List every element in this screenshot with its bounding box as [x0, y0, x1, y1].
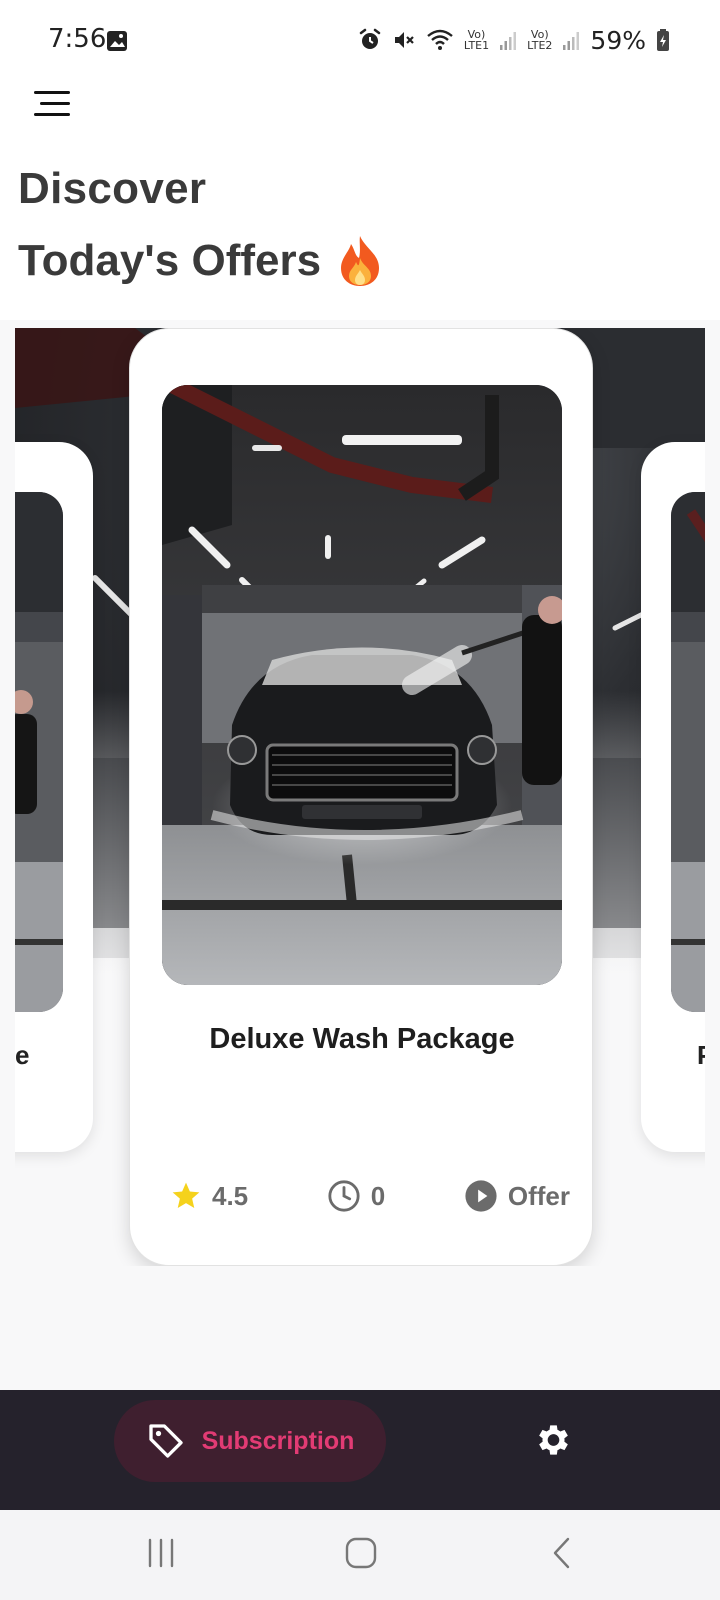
car-wash-illustration: [162, 385, 562, 985]
status-bar: 7:56 Vo) LTE1 Vo) LTE2 59%: [0, 0, 720, 80]
offer-card-next[interactable]: P: [641, 442, 705, 1152]
menu-button[interactable]: [30, 86, 80, 122]
star-icon: [172, 1182, 200, 1208]
home-icon[interactable]: [344, 1536, 378, 1570]
alarm-icon: [359, 28, 381, 49]
bottom-navigation: Subscription: [0, 1390, 720, 1510]
tag-icon: [148, 1424, 183, 1458]
offer-card-next-photo: [671, 492, 705, 1012]
signal-icon: [563, 32, 580, 50]
page-title-discover: Discover: [18, 164, 207, 213]
offer-card-next-title: P: [697, 1040, 705, 1071]
rating: 4.5: [170, 1180, 248, 1212]
play-circle-icon: [465, 1180, 497, 1212]
duration-value: 0: [370, 1180, 386, 1211]
offer-card-title: Deluxe Wash Package: [209, 1023, 515, 1055]
offer-card-photo: [162, 385, 562, 985]
signal-icon: [500, 32, 517, 50]
gear-icon[interactable]: [532, 1420, 572, 1460]
menu-icon-line: [40, 102, 70, 105]
back-icon[interactable]: [550, 1536, 574, 1570]
fire-icon: [341, 236, 380, 286]
offer-card-main[interactable]: Deluxe Wash Package 4.5 0 Offer: [129, 328, 593, 1266]
status-time: 7:56: [48, 24, 107, 54]
system-navigation-bar: [0, 1510, 720, 1600]
menu-icon-line: [34, 113, 70, 116]
offers-heading: Today's Offers: [18, 236, 322, 285]
offers-carousel[interactable]: e P: [15, 328, 705, 1266]
battery-percent: 59%: [590, 25, 646, 55]
offer-type: Offer: [464, 1179, 570, 1213]
offer-card-previous[interactable]: e: [15, 442, 93, 1152]
mute-icon: [394, 32, 414, 48]
status-icons: Vo) LTE1 Vo) LTE2 59%: [358, 24, 670, 56]
menu-icon-line: [34, 91, 70, 94]
rating-value: 4.5: [212, 1180, 249, 1211]
offer-type-label: Offer: [507, 1180, 570, 1211]
image-icon: [107, 31, 127, 51]
lte2-badge: Vo) LTE2: [527, 29, 552, 51]
clock-icon: [328, 1180, 360, 1212]
lte2-bottom: LTE2: [527, 39, 553, 52]
duration: 0: [327, 1179, 385, 1213]
lte1-bottom: LTE1: [463, 39, 490, 52]
page-title-offers: Today's Offers: [18, 234, 385, 288]
battery-icon: [657, 29, 669, 51]
subscription-label: Subscription: [201, 1426, 355, 1455]
subscription-tab[interactable]: Subscription: [114, 1400, 386, 1482]
recent-apps-icon[interactable]: [146, 1536, 176, 1570]
offer-card-meta: 4.5 0 Offer: [170, 1179, 570, 1213]
offer-card-previous-photo: [15, 492, 63, 1012]
wifi-icon: [427, 29, 453, 50]
lte1-badge: Vo) LTE1: [464, 29, 489, 51]
offer-card-previous-title: e: [15, 1040, 30, 1070]
